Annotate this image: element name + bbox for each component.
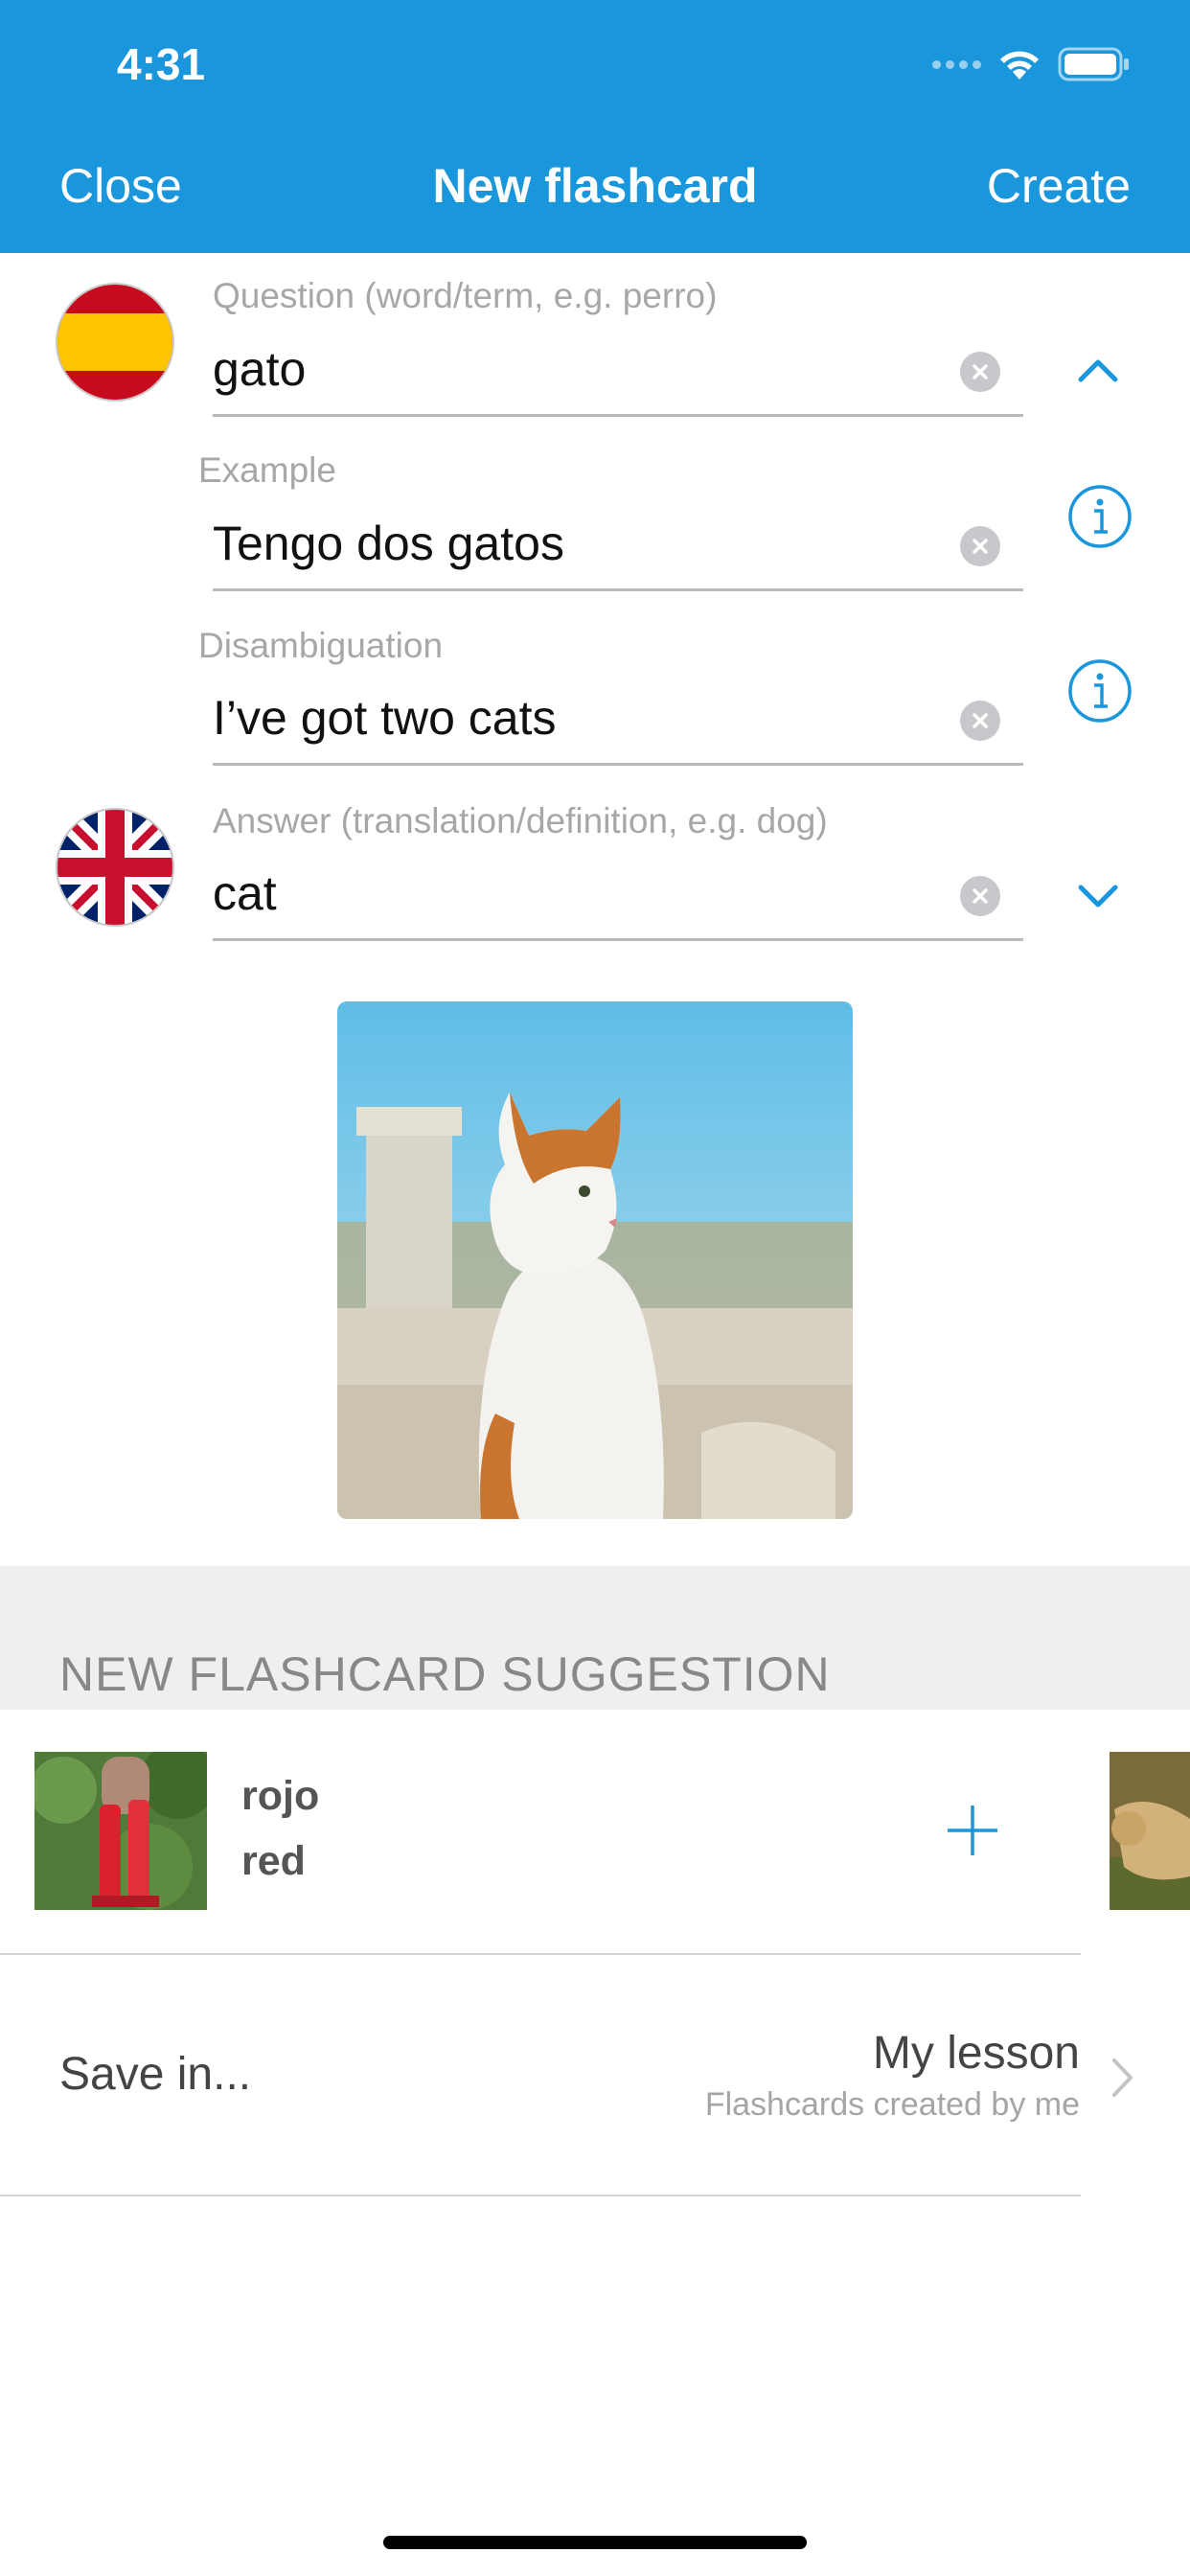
cat-photo-icon <box>337 1001 853 1519</box>
spain-flag-icon[interactable] <box>57 285 172 400</box>
example-label: Example <box>198 450 336 490</box>
disambiguation-underline <box>213 763 1023 766</box>
clear-example-icon[interactable] <box>960 526 1000 566</box>
example-input[interactable]: Tengo dos gatos <box>213 516 564 571</box>
flashcard-image[interactable] <box>337 1001 853 1519</box>
example-info-icon[interactable] <box>1067 484 1133 549</box>
disambiguation-info-icon[interactable] <box>1067 658 1133 724</box>
home-indicator[interactable] <box>383 2536 807 2549</box>
wifi-icon <box>1000 51 1039 80</box>
question-underline <box>213 414 1023 417</box>
chevron-down-icon[interactable] <box>1073 880 1123 914</box>
chevron-up-icon[interactable] <box>1073 353 1123 387</box>
status-icons <box>932 40 1131 88</box>
dog-photo-icon <box>1110 1752 1190 1910</box>
suggestion-divider <box>0 1953 1081 1955</box>
example-underline <box>213 588 1023 591</box>
lesson-subtitle: Flashcards created by me <box>704 2086 1080 2123</box>
clear-answer-icon[interactable] <box>960 876 1000 916</box>
save-in-label: Save in... <box>59 2049 252 2100</box>
cellular-signal-icon <box>932 59 981 69</box>
answer-underline <box>213 938 1023 941</box>
save-divider <box>0 2195 1081 2196</box>
red-boots-photo-icon <box>34 1752 207 1910</box>
next-suggestion-image[interactable] <box>1110 1752 1190 1910</box>
suggestion-image[interactable] <box>34 1752 207 1910</box>
disambiguation-label: Disambiguation <box>198 626 444 665</box>
chevron-right-icon <box>1110 2056 1136 2100</box>
lesson-name: My lesson <box>872 2028 1080 2079</box>
suggestion-section-title: NEW FLASHCARD SUGGESTION <box>59 1647 831 1701</box>
battery-icon <box>1058 47 1129 81</box>
uk-flag-icon[interactable] <box>57 810 172 925</box>
disambiguation-input[interactable]: I’ve got two cats <box>213 690 557 746</box>
status-time: 4:31 <box>117 39 206 89</box>
clear-question-icon[interactable] <box>960 352 1000 392</box>
answer-label: Answer (translation/definition, e.g. dog… <box>213 801 828 840</box>
create-button[interactable]: Create <box>987 158 1131 214</box>
suggestion-word: rojo <box>241 1773 320 1819</box>
header-bar: 4:31 Close New flashcard Create <box>0 0 1190 253</box>
close-button[interactable]: Close <box>59 158 182 214</box>
answer-input[interactable]: cat <box>213 865 277 921</box>
question-label: Question (word/term, e.g. perro) <box>213 276 718 315</box>
add-suggestion-plus-icon[interactable] <box>944 1802 1001 1859</box>
suggestion-translation: red <box>241 1838 306 1884</box>
question-input[interactable]: gato <box>213 341 306 397</box>
clear-disambiguation-icon[interactable] <box>960 701 1000 741</box>
